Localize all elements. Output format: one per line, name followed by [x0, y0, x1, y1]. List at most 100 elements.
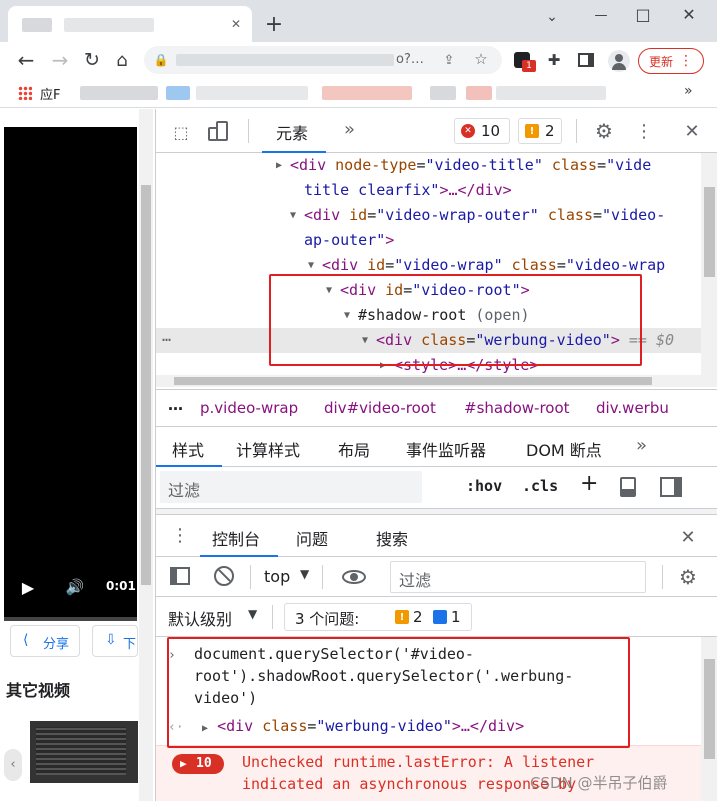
scroll-left-button[interactable]: ‹ [4, 749, 22, 781]
tab-event-listeners[interactable]: 事件监听器 [406, 437, 486, 461]
breadcrumb-item[interactable]: div.werbu [596, 399, 669, 417]
levels-dropdown-icon[interactable]: ▼ [248, 607, 257, 621]
row-dots-icon[interactable]: … [162, 324, 171, 349]
toggle-sidebar-icon[interactable] [660, 477, 682, 497]
bookmark-blurred[interactable] [80, 86, 158, 100]
share-button[interactable]: ⟨ 分享 [10, 625, 80, 657]
clear-console-icon[interactable] [214, 566, 234, 586]
bookmarks-more-icon[interactable]: » [684, 83, 693, 99]
bookmark-blurred[interactable] [430, 86, 456, 100]
home-icon[interactable]: ⌂ [110, 48, 134, 72]
maximize-button[interactable]: □ [628, 3, 658, 25]
inspect-element-icon[interactable]: ⬚ [170, 121, 192, 143]
new-rule-button[interactable]: + [580, 471, 598, 496]
live-expression-eye-icon[interactable] [342, 570, 366, 584]
tab-close-icon[interactable]: ✕ [228, 16, 244, 32]
back-arrow-icon[interactable]: ← [14, 48, 38, 72]
omnibox[interactable]: 🔒 o?… ⇪ ☆ [144, 46, 502, 74]
dom-hscroll-thumb[interactable] [174, 377, 652, 385]
drawer-menu-icon[interactable]: ⋮ [171, 523, 189, 547]
more-tabs-icon[interactable]: » [344, 119, 355, 140]
show-sidebar-icon[interactable] [170, 567, 190, 585]
volume-icon[interactable]: 🔊 [64, 575, 86, 599]
hov-toggle[interactable]: :hov [466, 477, 502, 495]
dom-node-video-wrap-outer[interactable]: ▼ <div id="video-wrap-outer" class="video… [290, 203, 665, 228]
bookmark-blurred[interactable] [196, 86, 308, 100]
tab-console[interactable]: 控制台 [200, 515, 278, 557]
expand-triangle-icon[interactable]: ▼ [344, 303, 350, 328]
tab-search-icon[interactable]: ⌄ [541, 6, 563, 28]
apps-label[interactable]: 应F [40, 84, 60, 103]
tab-more-icon[interactable]: » [636, 435, 647, 456]
context-selector[interactable]: top [264, 567, 290, 586]
close-drawer-icon[interactable]: ✕ [676, 525, 700, 549]
forward-arrow-icon[interactable]: → [48, 48, 72, 72]
tab-dom-breakpoints[interactable]: DOM 断点 [526, 437, 602, 461]
breadcrumb-overflow[interactable]: … [168, 396, 183, 414]
tab-computed[interactable]: 计算样式 [236, 437, 300, 461]
console-vscrollbar[interactable] [701, 637, 717, 801]
dom-vscrollbar[interactable] [701, 153, 717, 375]
paint-icon[interactable] [620, 477, 636, 497]
console-vscroll-thumb[interactable] [704, 659, 715, 759]
lock-icon[interactable]: 🔒 [154, 52, 169, 68]
breadcrumb-item[interactable]: #shadow-root [464, 399, 570, 417]
dom-node-video-title[interactable]: ▶ <div node-type="video-title" class="vid… [276, 153, 651, 178]
dom-node-style[interactable]: ▶ <style>…</style> [380, 353, 539, 375]
bookmark-blurred[interactable] [322, 86, 412, 100]
video-thumbnail[interactable] [30, 721, 138, 783]
dom-node-shadow-root[interactable]: ▼ #shadow-root (open) [344, 303, 530, 328]
extension-icon[interactable]: 1 [514, 52, 536, 72]
dom-node-selected-row[interactable]: … ▼ <div class="werbung-video"> == $0 [156, 327, 701, 353]
bookmark-blurred[interactable] [466, 86, 492, 100]
dom-node-werbung-video[interactable]: ▼ <div class="werbung-video"> == $0 [362, 328, 674, 353]
update-button[interactable]: 更新 ⋮ [638, 48, 704, 74]
cls-toggle[interactable]: .cls [522, 477, 558, 495]
video-player[interactable]: ▶ 🔊 0:01 [4, 127, 137, 621]
puzzle-icon[interactable]: ✚ [544, 50, 564, 70]
page-scroll-thumb[interactable] [141, 185, 151, 585]
collapse-triangle-icon[interactable]: ▶ [276, 153, 282, 178]
bookmark-blurred[interactable] [166, 86, 190, 100]
device-toolbar-icon[interactable] [208, 121, 230, 143]
expand-triangle-icon[interactable]: ▼ [290, 203, 296, 228]
devtools-menu-icon[interactable]: ⋮ [635, 119, 653, 143]
play-icon[interactable]: ▶ [18, 575, 38, 599]
expand-triangle-icon[interactable]: ▼ [326, 278, 332, 303]
reload-icon[interactable]: ↻ [80, 48, 104, 72]
profile-avatar[interactable] [608, 50, 630, 72]
expand-triangle-icon[interactable]: ▼ [308, 253, 314, 278]
context-dropdown-icon[interactable]: ▼ [300, 567, 309, 581]
download-button[interactable]: ⇩ 下 [92, 625, 138, 657]
collapse-triangle-icon[interactable]: ▶ [380, 353, 386, 375]
side-panel-icon[interactable] [578, 53, 594, 67]
tab-search[interactable]: 搜索 [376, 526, 408, 550]
default-levels-dropdown[interactable]: 默认级别 [168, 606, 232, 630]
dom-hscrollbar[interactable] [156, 375, 717, 387]
console-command[interactable]: document.querySelector('#video- root').s… [194, 643, 573, 709]
bookmark-star-icon[interactable]: ☆ [472, 50, 490, 68]
new-tab-button[interactable]: + [262, 12, 286, 37]
result-expand-icon[interactable]: ▶ [202, 723, 208, 734]
dom-node-video-root[interactable]: ▼ <div id="video-root"> [326, 278, 530, 303]
breadcrumb-item[interactable]: p.video-wrap [200, 399, 298, 417]
expand-triangle-icon[interactable]: ▼ [362, 328, 368, 353]
console-result[interactable]: ▶ <div class="werbung-video">…</div> [202, 715, 524, 740]
warning-counter[interactable]: ! 2 [518, 118, 562, 144]
styles-filter-input[interactable]: 过滤 [160, 471, 422, 503]
dom-vscroll-thumb[interactable] [704, 187, 715, 277]
tab-elements[interactable]: 元素 [262, 109, 326, 153]
apps-grid-icon[interactable] [18, 86, 32, 100]
share-icon[interactable]: ⇪ [440, 51, 458, 69]
minimize-button[interactable]: — [586, 4, 616, 26]
browser-tab[interactable]: ✕ [8, 6, 252, 42]
tab-layout[interactable]: 布局 [338, 437, 370, 461]
bookmark-blurred[interactable] [496, 86, 606, 100]
page-scrollbar[interactable] [139, 109, 153, 801]
close-window-button[interactable]: ✕ [674, 3, 704, 25]
console-settings-gear-icon[interactable]: ⚙ [676, 565, 700, 589]
error-counter[interactable]: ✕ 10 [454, 118, 510, 144]
settings-gear-icon[interactable]: ⚙ [592, 119, 616, 143]
tab-styles[interactable]: 样式 [156, 427, 222, 467]
tab-issues[interactable]: 问题 [296, 526, 328, 550]
